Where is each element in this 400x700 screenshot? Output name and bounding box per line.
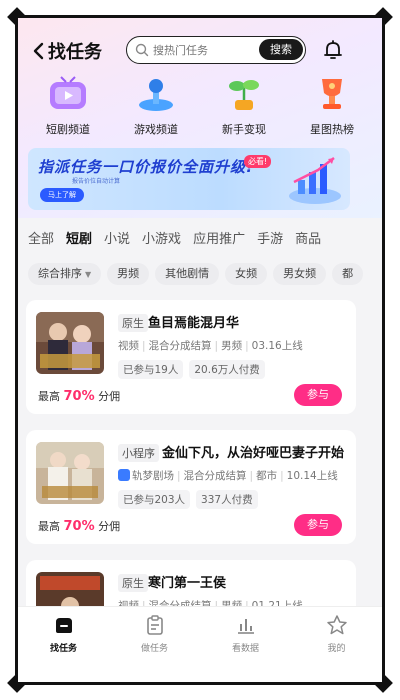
bottom-nav: 找任务 做任务 看数据 我的 [18, 606, 382, 660]
meta-item: 男频 [221, 340, 243, 352]
drama-cover-image [36, 312, 104, 374]
task-type-tag: 原生 [118, 314, 148, 332]
meta-item: 混合分成结算 [148, 340, 212, 352]
quick-link-short-drama[interactable]: 短剧频道 [31, 76, 105, 136]
quick-links: 短剧频道 游戏频道 新手变现 星图热榜 [18, 76, 382, 136]
tab-mini-game[interactable]: 小游戏 [142, 228, 181, 256]
filter-chip[interactable]: 男女频 [273, 263, 327, 285]
tab-mobile-game[interactable]: 手游 [257, 228, 283, 256]
sort-dropdown[interactable]: 综合排序 ▼ [28, 263, 102, 285]
bell-icon[interactable] [322, 39, 344, 61]
search-button[interactable]: 搜索 [259, 39, 303, 60]
task-meta: 视频 | 混合分成结算 | 男频 | 03.16上线 [118, 340, 303, 352]
meta-item: 轨梦剧场 [132, 470, 174, 482]
quick-link-label: 新手变现 [222, 123, 266, 136]
commission-suffix: 分佣 [98, 520, 121, 533]
filter-chips: 综合排序 ▼ 男频 其他剧情 女频 男女频 都 [28, 263, 368, 287]
meta-item: 混合分成结算 [183, 470, 247, 482]
tab-novel[interactable]: 小说 [104, 228, 130, 256]
trophy-icon [322, 79, 342, 109]
filter-chip[interactable]: 男频 [107, 263, 150, 285]
commission-prefix: 最高 [38, 390, 60, 403]
find-task-icon [55, 618, 72, 633]
participants-stat: 已参与19人 [118, 360, 184, 379]
banner-subtitle: 报告价位自动计算 [72, 178, 121, 185]
tab-goods[interactable]: 商品 [295, 228, 321, 256]
commission-suffix: 分佣 [98, 390, 121, 403]
payers-stat: 337人付费 [196, 490, 258, 509]
quick-link-label: 星图热榜 [310, 123, 354, 136]
filter-chip[interactable]: 都 [332, 263, 364, 285]
meta-item: 10.14上线 [286, 470, 338, 482]
search-input[interactable] [153, 40, 253, 60]
task-type-tag: 小程序 [118, 444, 159, 462]
join-button[interactable]: 参与 [294, 384, 342, 406]
quick-link-label: 短剧频道 [46, 123, 90, 136]
clipboard-icon [146, 615, 163, 635]
header: 找任务 搜索 [18, 36, 382, 66]
commission-info: 最高 70% 分佣 [38, 518, 120, 534]
mini-program-icon [118, 469, 130, 481]
task-title: 金仙下凡，从治好哑巴妻子开始 [162, 446, 345, 461]
nav-profile[interactable]: 我的 [302, 607, 372, 660]
meta-item: 视频 [118, 340, 139, 352]
nav-label: 做任务 [140, 644, 168, 654]
quick-link-beginner[interactable]: 新手变现 [207, 76, 281, 136]
tab-all[interactable]: 全部 [28, 228, 54, 256]
nav-label: 找任务 [49, 644, 77, 654]
nav-label: 看数据 [231, 644, 259, 654]
chevron-down-icon: ▼ [85, 270, 92, 279]
task-card[interactable]: 原生 鱼目焉能混月华 视频 | 混合分成结算 | 男频 | 03.16上线 已参与19人 2… [26, 300, 356, 414]
banner-title: 指派任务一口价报价全面升级! [38, 158, 254, 176]
commission-percent: 70% [63, 389, 95, 404]
task-card[interactable]: 小程序 金仙下凡，从治好哑巴妻子开始 轨梦剧场 | 混合分成结算 | 都市 | 10.14上… [26, 430, 356, 544]
filter-chip[interactable]: 女频 [225, 263, 268, 285]
task-stats: 已参与19人 20.6万人付费 [118, 360, 265, 379]
tab-short-drama[interactable]: 短剧 [66, 228, 92, 256]
nav-find-task[interactable]: 找任务 [29, 607, 99, 660]
participants-stat: 已参与203人 [118, 490, 191, 509]
joystick-icon [139, 79, 173, 111]
tab-app-promotion[interactable]: 应用推广 [193, 228, 245, 256]
quick-link-label: 游戏频道 [134, 123, 178, 136]
commission-prefix: 最高 [38, 520, 60, 533]
nav-label: 我的 [327, 644, 346, 654]
filter-chip[interactable]: 其他剧情 [155, 263, 220, 285]
quick-link-ranking[interactable]: 星图热榜 [295, 76, 369, 136]
task-title: 鱼目焉能混月华 [148, 316, 240, 331]
tv-icon [50, 76, 86, 109]
task-meta: 轨梦剧场 | 混合分成结算 | 都市 | 10.14上线 [118, 468, 338, 483]
chart-illustration-icon [289, 157, 341, 204]
banner-badge: 必看! [244, 155, 272, 168]
commission-percent: 70% [63, 519, 95, 534]
promo-banner[interactable]: 指派任务一口价报价全面升级! 必看! 报告价位自动计算 马上了解 [28, 148, 350, 210]
payers-stat: 20.6万人付费 [189, 360, 265, 379]
chip-label: 综合排序 [38, 267, 82, 280]
quick-link-games[interactable]: 游戏频道 [119, 76, 193, 136]
join-button[interactable]: 参与 [294, 514, 342, 536]
star-face-icon [326, 615, 347, 635]
task-type-tag: 原生 [118, 574, 148, 592]
nav-do-task[interactable]: 做任务 [120, 607, 190, 660]
sprout-icon [229, 80, 259, 110]
bar-chart-icon [237, 619, 254, 634]
page-title: 找任务 [48, 42, 102, 63]
phone-frame: 找任务 搜索 短剧频道 [15, 15, 385, 685]
task-stats: 已参与203人 337人付费 [118, 490, 258, 509]
task-title: 寒门第一王侯 [148, 576, 227, 591]
back-arrow-icon[interactable] [30, 41, 48, 61]
category-tabs: 全部 短剧 小说 小游戏 应用推广 手游 商品 [18, 228, 382, 256]
search-box[interactable]: 搜索 [126, 36, 306, 64]
commission-info: 最高 70% 分佣 [38, 388, 120, 404]
drama-cover-image [36, 442, 104, 504]
nav-view-data[interactable]: 看数据 [211, 607, 281, 660]
meta-item: 03.16上线 [251, 340, 303, 352]
banner-cta-button[interactable]: 马上了解 [40, 188, 84, 202]
search-icon [135, 43, 149, 57]
meta-item: 都市 [256, 470, 278, 482]
